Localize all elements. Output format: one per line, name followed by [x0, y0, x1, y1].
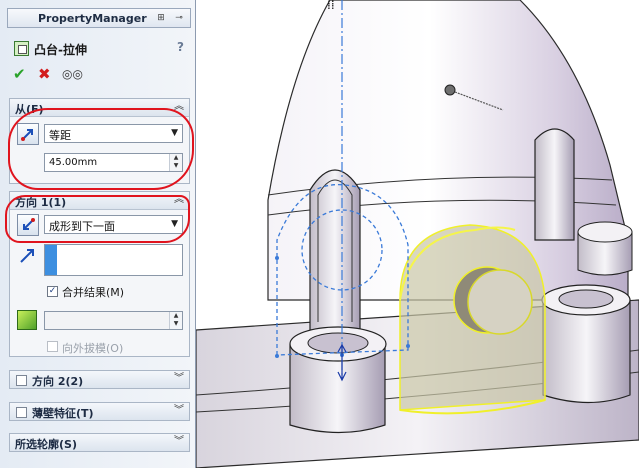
expand-chevron-icon[interactable]: ︾ [174, 404, 184, 418]
cancel-button[interactable]: ✖ [38, 66, 51, 82]
help-icon[interactable]: ? [177, 40, 184, 54]
selected-contours-group[interactable]: 所选轮廓(S) ︾ [9, 433, 190, 452]
direction2-title: 方向 2(2) [32, 375, 84, 388]
sketch-point-2 [275, 354, 279, 358]
drag-cursor-icon: ⁞⁞ [327, 0, 335, 12]
thin-feature-group[interactable]: 薄壁特征(T) ︾ [9, 402, 190, 421]
solidworks-window: ⁞⁞ PropertyManager ⊞ ⊸ 凸台-拉伸 ? ✔ ✖ ◎◎ 从(… [0, 0, 639, 468]
pin-icon[interactable]: ⊞ [154, 11, 168, 25]
post-right-hole [558, 289, 614, 309]
draft-angle-field[interactable]: ▲ ▼ [44, 311, 183, 330]
property-manager-title: PropertyManager [38, 12, 147, 25]
property-manager-panel: PropertyManager ⊞ ⊸ 凸台-拉伸 ? ✔ ✖ ◎◎ 从(F) … [0, 0, 196, 468]
highlight-direction1 [5, 195, 190, 243]
thin-feature-title: 薄壁特征(T) [32, 407, 94, 420]
selection-box-accent [45, 245, 57, 275]
feature-title: 凸台-拉伸 [34, 43, 87, 57]
extrude-preview-hole-inner [467, 269, 533, 335]
float-icon[interactable]: ⊸ [172, 11, 186, 25]
expand-chevron-icon[interactable]: ︾ [174, 372, 184, 386]
property-manager-header: PropertyManager ⊞ ⊸ [7, 8, 191, 28]
direction-selection-box[interactable] [44, 244, 183, 276]
model-view[interactable] [196, 0, 639, 468]
slot-boss-right [534, 128, 575, 241]
ok-button[interactable]: ✔ [13, 66, 26, 82]
sketch-point-1 [275, 256, 279, 260]
direction2-group[interactable]: 方向 2(2) ︾ [9, 370, 190, 389]
merge-result-label: 合并结果(M) [62, 286, 125, 299]
highlight-from-group [8, 108, 194, 190]
direction-vector-icon [20, 249, 34, 263]
spin-arrows-icon[interactable]: ▲ ▼ [169, 312, 182, 329]
boss-extrude-icon [14, 41, 29, 56]
graphics-area[interactable]: ⁞⁞ [196, 0, 639, 468]
feature-title-row: 凸台-拉伸 ? [7, 37, 191, 59]
expand-chevron-icon[interactable]: ︾ [174, 435, 184, 449]
preview-button[interactable]: ◎◎ [62, 66, 83, 82]
post-back-right-top [577, 221, 633, 243]
selected-contours-title: 所选轮廓(S) [15, 438, 77, 451]
pin-head [444, 84, 456, 96]
merge-result-checkbox[interactable]: ✓ [47, 286, 58, 297]
direction2-checkbox[interactable] [16, 375, 27, 386]
post-front-left-hole [307, 332, 369, 354]
draft-outward-label: 向外拔模(O) [62, 342, 124, 355]
thin-feature-checkbox[interactable] [16, 407, 27, 418]
draft-outward-checkbox[interactable] [47, 341, 58, 352]
sketch-point-3 [406, 344, 410, 348]
face-selection-icon [17, 310, 37, 330]
